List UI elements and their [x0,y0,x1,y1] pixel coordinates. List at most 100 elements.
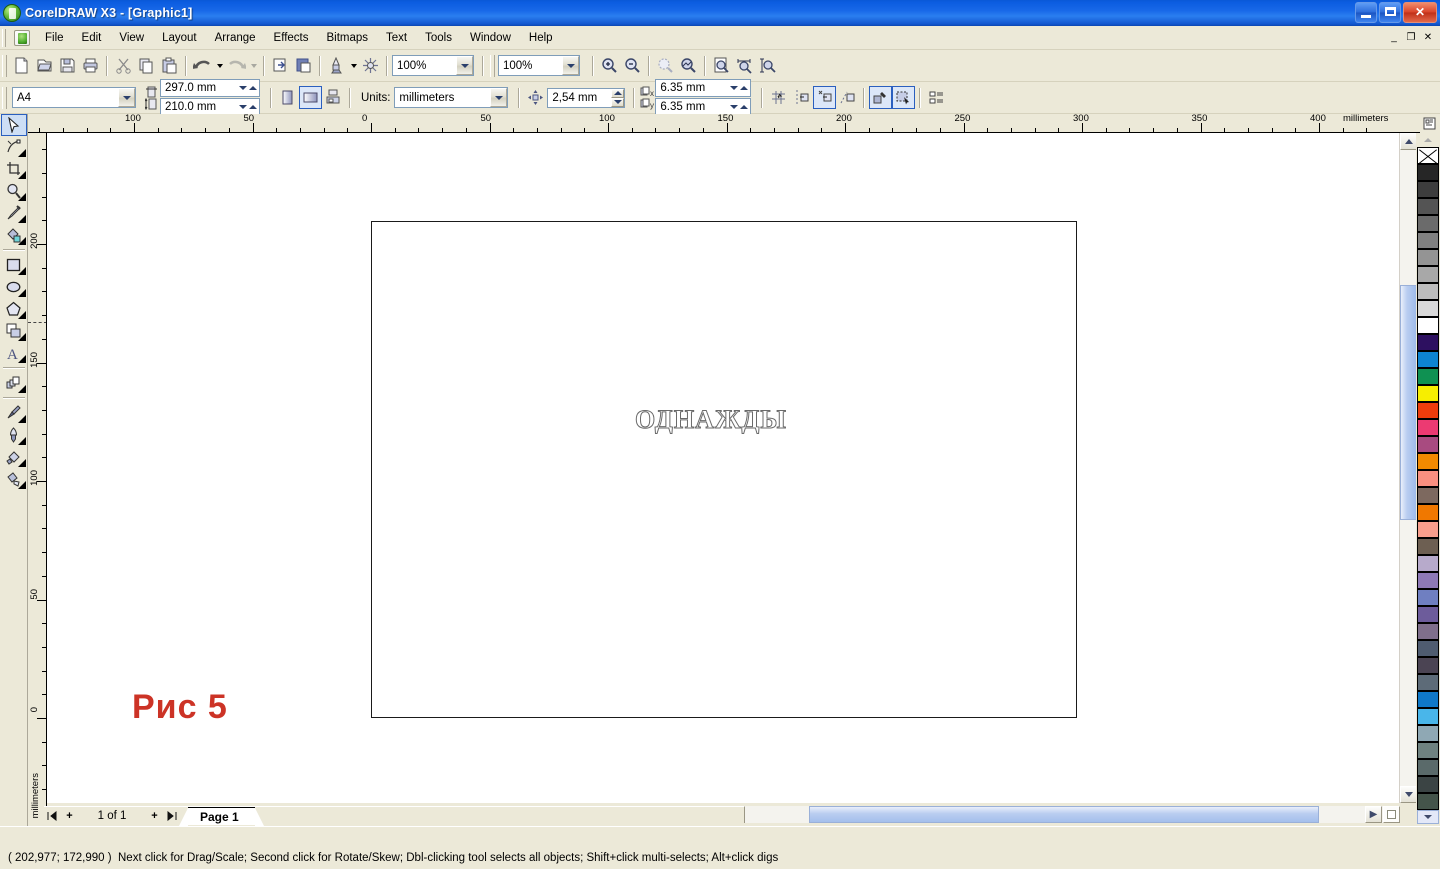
duplicate-y-spinners[interactable] [729,104,749,110]
crop-tool[interactable] [1,158,27,180]
cut-icon[interactable] [112,54,135,77]
portrait-icon[interactable] [276,86,299,109]
zoom-toolbar-grip[interactable] [490,54,495,77]
palette-swatch[interactable] [1417,776,1439,793]
export-icon[interactable] [292,54,315,77]
eyedropper-tool[interactable] [1,402,27,424]
menu-item-file[interactable]: File [36,29,73,47]
mdi-minimize-button[interactable]: _ [1386,30,1402,45]
snap-to-objects-icon[interactable] [813,86,837,109]
menu-item-layout[interactable]: Layout [153,29,206,47]
add-page-before-button[interactable]: + [61,808,78,824]
vertical-ruler[interactable]: 200 150 100 50 0 millimeters [28,133,47,823]
palette-swatch[interactable] [1417,589,1439,606]
zoom-out-icon[interactable] [621,54,644,77]
units-combo[interactable]: millimeters [394,87,509,108]
palette-swatch[interactable] [1417,453,1439,470]
mdi-close-button[interactable]: ✕ [1420,30,1436,45]
snap-to-grid-icon[interactable] [767,86,790,109]
zoom-level-combo-2[interactable]: 100% [498,55,580,76]
palette-swatch[interactable] [1417,742,1439,759]
menu-grip[interactable] [2,28,6,47]
menu-item-edit[interactable]: Edit [73,29,111,47]
color-palette[interactable]: |◀ [1416,133,1440,837]
object-manager-icon[interactable] [925,86,948,109]
undo-icon[interactable] [191,54,214,77]
zoom-to-page-width-icon[interactable] [733,54,756,77]
palette-options-icon[interactable] [1420,115,1438,131]
interactive-fill-tool[interactable] [1,468,27,490]
palette-swatch[interactable] [1417,249,1439,266]
palette-swatch[interactable] [1417,334,1439,351]
page-tab-page-1[interactable]: Page 1 [179,806,264,826]
zoom-level-combo[interactable]: 100% [392,55,474,76]
palette-swatch[interactable] [1417,640,1439,657]
palette-swatch[interactable] [1417,283,1439,300]
palette-swatch[interactable] [1417,385,1439,402]
add-page-after-button[interactable]: + [146,808,163,824]
paste-icon[interactable] [158,54,181,77]
units-dropdown-arrow[interactable] [490,88,508,107]
palette-swatch[interactable] [1417,470,1439,487]
scrollbar-corner-button[interactable] [1383,806,1400,823]
horizontal-scroll-thumb[interactable] [809,806,1319,823]
palette-swatch[interactable] [1417,198,1439,215]
outline-tool[interactable] [1,424,27,446]
pick-tool[interactable] [0,114,27,136]
menu-item-bitmaps[interactable]: Bitmaps [317,29,377,47]
palette-swatch[interactable] [1417,181,1439,198]
duplicate-x-input[interactable]: 6.35 mm [655,79,752,97]
menu-item-tools[interactable]: Tools [416,29,461,47]
palette-swatch[interactable] [1417,674,1439,691]
palette-swatch[interactable] [1417,402,1439,419]
palette-swatch[interactable] [1417,436,1439,453]
palette-swatch[interactable] [1417,317,1439,334]
close-button[interactable]: ✕ [1403,2,1437,23]
import-icon[interactable] [269,54,292,77]
palette-swatch[interactable] [1417,215,1439,232]
horizontal-scrollbar[interactable]: ◀ ▶ [728,806,1400,823]
landscape-icon[interactable] [299,86,322,109]
palette-swatch[interactable] [1417,623,1439,640]
palette-swatch[interactable] [1417,708,1439,725]
palette-swatch[interactable] [1417,572,1439,589]
fill-tool[interactable] [1,446,27,468]
zoom-to-all-objects-icon[interactable] [677,54,700,77]
dynamic-guides-icon[interactable] [836,86,859,109]
palette-scroll-down-button[interactable] [1417,810,1439,824]
palette-no-color-swatch[interactable] [1417,147,1439,164]
minimize-button[interactable] [1355,2,1377,23]
open-icon[interactable] [33,54,56,77]
new-icon[interactable] [10,54,33,77]
menu-item-effects[interactable]: Effects [265,29,318,47]
nudge-offset-spinners[interactable] [611,88,625,107]
rectangle-tool[interactable] [1,254,27,276]
launcher-dropdown-arrow[interactable] [348,54,359,77]
mdi-restore-button[interactable]: ❐ [1403,30,1419,45]
document-icon[interactable] [14,29,30,46]
zoom-to-page-height-icon[interactable] [756,54,779,77]
menu-item-arrange[interactable]: Arrange [206,29,265,47]
drawing-canvas[interactable]: ОДНАЖДЫ Рис 5 [47,133,1399,803]
corel-online-icon[interactable] [359,54,382,77]
paper-type-combo[interactable]: A4 [12,87,136,108]
palette-scroll-up-button[interactable] [1417,133,1439,147]
shape-tool[interactable] [1,136,27,158]
palette-swatch[interactable] [1417,521,1439,538]
scroll-down-button[interactable] [1400,786,1417,803]
scroll-up-button[interactable] [1400,133,1417,150]
wireframe-select-icon[interactable] [892,86,916,109]
palette-swatch[interactable] [1417,266,1439,283]
paper-width-input[interactable]: 297.0 mm [160,79,260,97]
zoom-level-2-dropdown-arrow[interactable] [562,56,579,75]
artistic-text-object[interactable]: ОДНАЖДЫ [635,405,787,435]
palette-swatch[interactable] [1417,793,1439,810]
first-page-button[interactable] [44,808,61,824]
zoom-tool[interactable] [1,180,27,202]
palette-swatch[interactable] [1417,351,1439,368]
zoom-to-page-icon[interactable] [710,54,733,77]
treat-as-filled-icon[interactable] [869,86,893,109]
palette-swatch[interactable] [1417,487,1439,504]
vertical-scrollbar[interactable] [1399,133,1417,803]
ellipse-tool[interactable] [1,276,27,298]
